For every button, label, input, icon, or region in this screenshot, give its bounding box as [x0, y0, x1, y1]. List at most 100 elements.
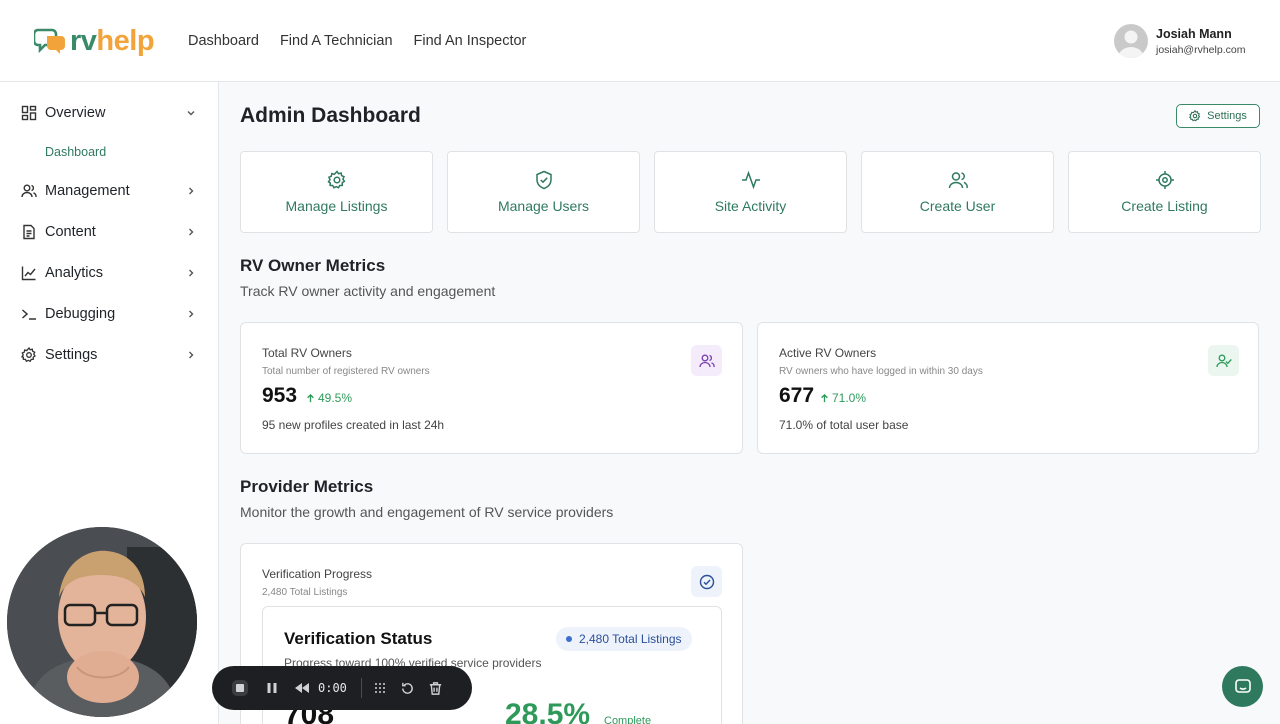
total-rv-owners-card: Total RV Owners Total number of register…: [240, 322, 743, 454]
rvhelp-logo[interactable]: rvhelp: [34, 25, 155, 57]
grip-icon: [374, 683, 385, 693]
activity-icon: [741, 170, 760, 190]
action-label: Create Listing: [1121, 198, 1208, 214]
stop-icon: [232, 680, 248, 696]
card-icon-badge: [691, 345, 722, 376]
sidebar-item-label: Debugging: [45, 306, 116, 322]
status-dot: [566, 636, 572, 642]
user-menu[interactable]: Josiah Mann josiah@rvhelp.com: [1114, 24, 1245, 58]
settings-button[interactable]: Settings: [1176, 104, 1260, 128]
card-subtitle: 2,480 Total Listings: [262, 587, 348, 598]
sidebar-item-debugging[interactable]: Debugging: [21, 303, 197, 325]
webcam-person-image: [7, 527, 197, 717]
recording-toolbar: 0:00: [212, 666, 472, 710]
stop-recording-button[interactable]: [230, 678, 250, 698]
sidebar-item-label: Management: [45, 183, 130, 199]
sidebar-subitem-dashboard[interactable]: Dashboard: [45, 145, 106, 159]
chat-support-button[interactable]: [1222, 666, 1263, 707]
toolbar-divider: [360, 678, 362, 698]
restart-button[interactable]: [398, 678, 418, 698]
logo-text-rv: rv: [70, 25, 97, 57]
create-listing-button[interactable]: Create Listing: [1068, 151, 1261, 233]
card-value: 953: [262, 384, 298, 407]
quick-actions: Manage Listings Manage Users Site Activi…: [240, 151, 1261, 233]
user-email: josiah@rvhelp.com: [1156, 43, 1246, 56]
user-check-icon: [1215, 354, 1232, 367]
target-icon: [1155, 171, 1174, 189]
sidebar-item-label: Content: [45, 224, 96, 240]
card-subtitle: Total number of registered RV owners: [262, 366, 430, 377]
card-note: 71.0% of total user base: [779, 418, 909, 432]
card-title: Active RV Owners: [779, 346, 877, 360]
gear-icon: [326, 170, 345, 189]
webcam-overlay[interactable]: [7, 527, 197, 717]
restart-icon: [402, 682, 414, 694]
drag-handle[interactable]: [370, 678, 390, 698]
site-activity-button[interactable]: Site Activity: [654, 151, 847, 233]
grid-icon: [21, 105, 37, 121]
verified-percent-label: Complete: [604, 715, 652, 724]
delete-button[interactable]: [426, 678, 446, 698]
sidebar-item-analytics[interactable]: Analytics: [21, 262, 197, 284]
chevron-right-icon: [189, 310, 194, 318]
sidebar-item-overview[interactable]: Overview: [21, 102, 197, 124]
main-nav: Dashboard Find A Technician Find An Insp…: [188, 33, 526, 49]
document-icon: [23, 224, 35, 240]
manage-listings-button[interactable]: Manage Listings: [240, 151, 433, 233]
user-avatar-icon: [1118, 30, 1144, 58]
chat-bubble-logo-icon: [34, 28, 65, 54]
user-name: Josiah Mann: [1156, 26, 1232, 41]
create-user-button[interactable]: Create User: [861, 151, 1054, 233]
total-listings-badge: 2,480 Total Listings: [556, 627, 692, 651]
nav-dashboard[interactable]: Dashboard: [188, 33, 259, 49]
sidebar-item-label: Settings: [45, 347, 98, 363]
terminal-icon: [22, 309, 36, 320]
chevron-right-icon: [189, 351, 194, 359]
logo-text-help: help: [96, 25, 155, 57]
action-label: Site Activity: [714, 198, 787, 214]
card-value: 677: [779, 384, 815, 407]
action-label: Manage Listings: [285, 198, 388, 214]
chevron-right-icon: [189, 187, 194, 195]
card-delta-value: 71.0%: [832, 391, 867, 405]
check-circle-icon: [699, 574, 714, 589]
rewind-button[interactable]: [292, 678, 312, 698]
rv-owner-metrics-title: RV Owner Metrics: [240, 256, 386, 275]
manage-users-button[interactable]: Manage Users: [447, 151, 640, 233]
card-subtitle: RV owners who have logged in within 30 d…: [779, 366, 983, 377]
nav-find-technician[interactable]: Find A Technician: [280, 33, 393, 49]
active-rv-owners-card: Active RV Owners RV owners who have logg…: [757, 322, 1259, 454]
gear-icon: [21, 347, 36, 363]
arrow-up-icon: [821, 393, 828, 402]
top-navigation-bar: rvhelp Dashboard Find A Technician Find …: [0, 0, 1280, 82]
card-icon-badge: [691, 566, 722, 597]
pause-button[interactable]: [262, 678, 282, 698]
recording-timer: 0:00: [318, 681, 347, 695]
chevron-right-icon: [189, 228, 194, 236]
users-icon: [948, 172, 968, 189]
sidebar-item-settings[interactable]: Settings: [21, 344, 197, 366]
card-note: 95 new profiles created in last 24h: [262, 418, 445, 432]
avatar[interactable]: [1114, 24, 1148, 58]
trash-icon: [430, 681, 442, 695]
card-title: Verification Progress: [262, 567, 373, 581]
sidebar-item-content[interactable]: Content: [21, 221, 197, 243]
shield-icon: [535, 170, 552, 190]
gear-icon: [1189, 110, 1201, 122]
card-delta: 49.5%: [306, 391, 352, 405]
card-icon-badge: [1208, 345, 1239, 376]
chevron-right-icon: [189, 269, 194, 277]
page-title: Admin Dashboard: [240, 104, 421, 127]
card-delta: 71.0%: [820, 391, 866, 405]
sidebar-item-label: Overview: [45, 105, 106, 121]
provider-metrics-title: Provider Metrics: [240, 477, 374, 496]
settings-button-label: Settings: [1207, 110, 1247, 122]
rv-owner-metrics-subtitle: Track RV owner activity and engagement: [240, 283, 496, 299]
provider-metrics-subtitle: Monitor the growth and engagement of RV …: [240, 504, 614, 520]
sidebar-item-label: Analytics: [45, 265, 104, 281]
nav-find-inspector[interactable]: Find An Inspector: [414, 33, 527, 49]
action-label: Create User: [919, 198, 996, 214]
sidebar-item-management[interactable]: Management: [21, 180, 197, 202]
card-title: Total RV Owners: [262, 346, 352, 360]
rewind-icon: [295, 683, 309, 693]
